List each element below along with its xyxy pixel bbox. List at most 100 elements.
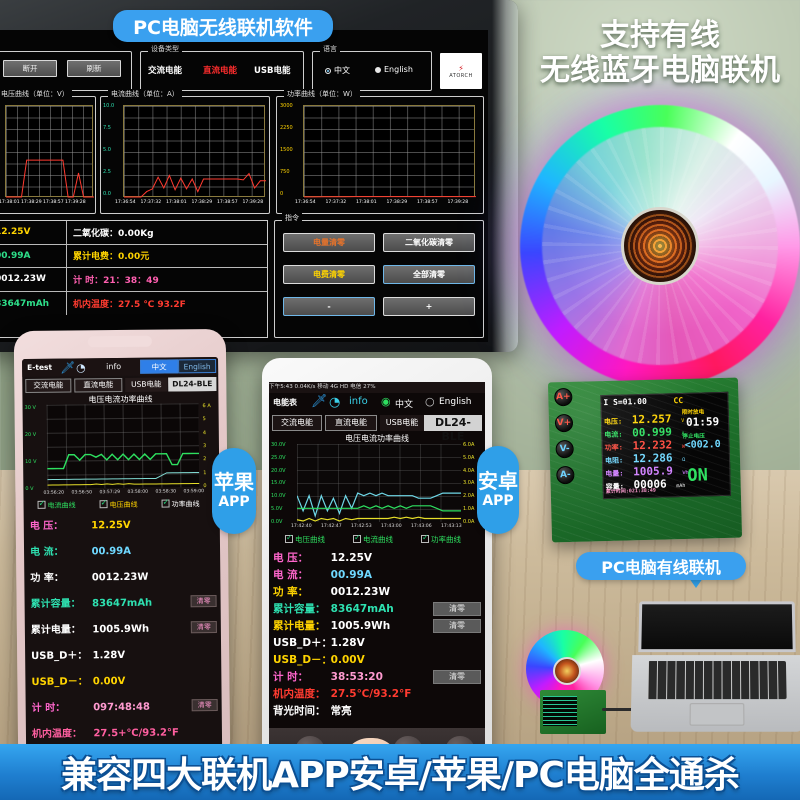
disconnect-button[interactable]: 断开 [3, 60, 57, 77]
legend-item[interactable]: 功率曲线 [162, 499, 200, 509]
refresh-button[interactable]: 刷新 [67, 60, 121, 77]
android-lang-english[interactable]: English [439, 397, 472, 407]
fan-hub [621, 207, 699, 285]
ytick: 0.0V [271, 519, 282, 525]
language-option-english[interactable]: English [375, 65, 413, 74]
ios-device-name[interactable]: DL24-BLE [168, 377, 216, 392]
ytick: 3 [203, 443, 206, 449]
reading-value: 12.25V [91, 520, 130, 531]
command-button[interactable]: + [383, 297, 475, 316]
checkbox-icon[interactable] [100, 500, 108, 508]
ios-info-button[interactable]: info [106, 362, 121, 371]
radio-chinese-icon[interactable] [325, 68, 331, 74]
reading-secondary: 计 时：21：38：49 [67, 268, 267, 291]
list-item: 累计电量： 1005.9Wh [31, 620, 149, 636]
clear-button[interactable]: 清零 [433, 619, 481, 633]
reading-secondary: 累计电费：0.00元 [67, 245, 267, 268]
ytick: 2.0A [463, 493, 474, 499]
checkbox-icon[interactable] [353, 535, 361, 543]
ios-lang-english[interactable]: English [178, 359, 216, 373]
xtick: 17:43:00 [381, 524, 402, 529]
ytick: 10.0 [103, 103, 114, 109]
android-info-button[interactable]: info [349, 396, 368, 407]
clear-button[interactable]: 清零 [433, 602, 481, 616]
android-tab-usb[interactable]: USB电能 [380, 415, 424, 431]
ios-lang-chinese[interactable]: 中文 [140, 359, 178, 373]
command-button[interactable]: - [283, 297, 375, 316]
android-device-name[interactable]: DL24-BLE [424, 415, 482, 431]
terminal-v-minus: V- [555, 440, 573, 458]
ios-tab-dc[interactable]: 直流电能 [74, 378, 122, 393]
xtick: 17:43:06 [411, 524, 432, 529]
ytick: 25.0V [271, 455, 286, 461]
checkbox-icon[interactable] [421, 535, 429, 543]
checkbox-icon[interactable] [162, 499, 170, 507]
ytick: 10 V [25, 459, 36, 465]
language-option-chinese[interactable]: 中文 [325, 65, 350, 76]
legend-item[interactable]: 功率曲线 [421, 534, 461, 545]
clear-button[interactable]: 清零 [191, 595, 217, 607]
ytick: 0.0 [103, 191, 111, 197]
xtick: 17:42:53 [351, 524, 372, 529]
reading-label: 功 率： [273, 584, 327, 599]
clear-button[interactable]: 清零 [192, 699, 218, 711]
reading-value: 0.00V [331, 654, 365, 666]
legend-item[interactable]: 电压曲线 [285, 534, 325, 545]
lcd-cutoff-value: <002.0 [684, 439, 720, 451]
clear-button[interactable]: 清零 [191, 621, 217, 633]
xtick: 03:56:20 [43, 491, 64, 496]
ytick: 3.0A [463, 480, 474, 486]
android-device: 下午5:43 0.04K/s 移动 4G HD 电信 27% 电能表 🗡 ◔ i… [262, 358, 492, 800]
bottom-banner-text: 兼容四大联机APP安卓/苹果/PC电脑全通杀 [61, 746, 739, 798]
lcd-row-unit: V [681, 418, 684, 424]
checkbox-icon[interactable] [285, 535, 293, 543]
command-button[interactable]: 二氧化碳清零 [383, 233, 475, 252]
radio-chinese-icon[interactable]: ◉ [381, 395, 391, 408]
callout-android-en: APP [482, 494, 513, 509]
language-group: 语言 中文 English [312, 51, 432, 91]
checkbox-icon[interactable] [38, 501, 46, 509]
radio-english-icon[interactable] [375, 67, 381, 73]
command-button[interactable]: 电费清零 [283, 265, 375, 284]
chart-voltage: 电压曲线（单位：V） 17:38:01 17:38:29 17:38:57 17:39… [0, 96, 96, 214]
reading-label: 机内温度： [32, 724, 90, 740]
reading-value: 83647mAh [92, 598, 152, 610]
android-tab-ac[interactable]: 交流电能 [272, 415, 322, 431]
ios-tab-ac[interactable]: 交流电能 [25, 379, 71, 393]
device-type-usb[interactable]: USB电能 [254, 64, 291, 76]
android-app-name: 电能表 [273, 397, 297, 408]
device-type-dc[interactable]: 直流电能 [203, 64, 237, 76]
pc-toolbar: 断开 刷新 设备类型 交流电能 直流电能 USB电能 语言 中文 English [0, 44, 484, 92]
clear-button[interactable]: 清零 [433, 670, 481, 684]
lcd-row-value: 00006 [633, 477, 666, 491]
device-type-ac[interactable]: 交流电能 [148, 64, 182, 76]
list-item: 电 流： 00.99A [273, 567, 372, 582]
atorch-logo-icon: ◔ [76, 361, 86, 374]
ios-tab-usb[interactable]: USB电能 [125, 378, 167, 392]
callout-apple-app: 苹果 APP [212, 448, 256, 534]
command-button[interactable]: 电量清零 [283, 233, 375, 252]
xtick: 17:39:28 [243, 200, 264, 205]
bluetooth-icon[interactable]: 🗡 [311, 394, 328, 409]
reading-label: 机内温度： [273, 686, 327, 701]
android-lang-chinese[interactable]: 中文 [395, 397, 413, 410]
chart-voltage-plot [5, 105, 93, 197]
device-type-title: 设备类型 [148, 44, 182, 54]
brand-name: ATORCH [449, 73, 473, 79]
lcd-row: 电阻: 12.286 Ω [605, 446, 686, 467]
lcd-mode: CC [673, 396, 683, 405]
command-button[interactable]: 全部清零 [383, 265, 475, 284]
ytick: 1 [203, 470, 206, 476]
reading-label: USB_D＋： [31, 646, 89, 662]
legend-item[interactable]: 电压曲线 [100, 500, 138, 510]
mini-laptop-keyboard [647, 661, 786, 699]
legend-item[interactable]: 电流曲线 [353, 534, 393, 545]
android-tab-dc[interactable]: 直流电能 [325, 415, 377, 431]
bluetooth-icon[interactable]: 🗡 [60, 360, 75, 374]
android-app-header: 电能表 🗡 ◔ info ◉ 中文 ○ English [269, 393, 485, 413]
lcd-row-unit: mAh [676, 483, 685, 489]
pc-software-window: 断开 刷新 设备类型 交流电能 直流电能 USB电能 语言 中文 English [0, 30, 488, 342]
radio-english-icon[interactable]: ○ [425, 395, 435, 408]
xtick: 03:58:00 [127, 490, 148, 495]
legend-item[interactable]: 电流曲线 [38, 500, 76, 510]
